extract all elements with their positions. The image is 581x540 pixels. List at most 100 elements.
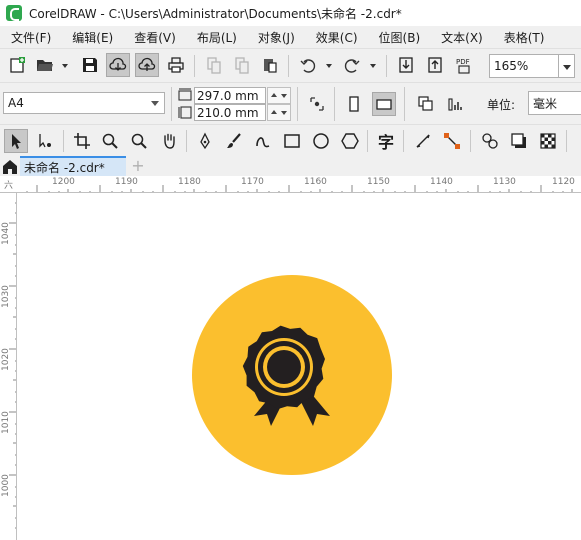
menu-file[interactable]: 文件(F)	[0, 29, 61, 46]
import-icon	[399, 57, 413, 73]
ruler-label: 1010	[1, 411, 11, 434]
ellipse-tool-button[interactable]	[309, 129, 333, 153]
ruler-label: 1130	[493, 177, 516, 187]
zoom-dropdown-arrow[interactable]	[559, 54, 575, 78]
menu-text[interactable]: 文本(X)	[430, 29, 493, 46]
shape-tool-icon	[39, 134, 51, 148]
pdf-label: PDF	[456, 58, 470, 66]
export-button[interactable]	[423, 53, 447, 77]
cut-button[interactable]	[202, 53, 226, 77]
text-tool-button[interactable]: 字	[374, 129, 398, 153]
new-document-icon	[10, 57, 25, 73]
print-button[interactable]	[164, 53, 188, 77]
open-button[interactable]	[33, 53, 57, 77]
save-button[interactable]	[78, 53, 102, 77]
pen-tool-button[interactable]	[193, 129, 217, 153]
crop-tool-button[interactable]	[70, 129, 94, 153]
page-size-value: A4	[8, 96, 24, 110]
new-document-button[interactable]	[5, 53, 29, 77]
import-button[interactable]	[394, 53, 418, 77]
page-size-all-icon	[310, 97, 324, 111]
ruler-label: 1200	[52, 177, 75, 187]
connector-icon	[444, 133, 460, 149]
transparency-tool-button[interactable]	[536, 129, 560, 153]
redo-icon	[344, 59, 360, 73]
property-bar: A4 297.0 mm 210.0 mm 单位: 毫米	[0, 82, 581, 124]
copy-button[interactable]	[230, 53, 254, 77]
document-tab[interactable]: 未命名 -2.cdr*	[20, 156, 126, 176]
undo-dropdown-caret[interactable]	[326, 64, 332, 68]
menu-bar: 文件(F) 编辑(E) 查看(V) 布局(L) 对象(J) 效果(C) 位图(B…	[0, 26, 581, 48]
page-height-input[interactable]: 210.0 mm	[194, 104, 266, 121]
page-width-spinner[interactable]	[267, 87, 291, 104]
cloud-import-button[interactable]	[106, 53, 130, 77]
connector-tool-button[interactable]	[440, 129, 464, 153]
shape-tool-button[interactable]	[33, 129, 57, 153]
current-page-layout-button[interactable]	[444, 92, 468, 116]
polygon-tool-button[interactable]	[338, 129, 362, 153]
landscape-icon	[376, 99, 392, 110]
page-width-input[interactable]: 297.0 mm	[194, 87, 266, 104]
menu-table[interactable]: 表格(T)	[493, 29, 555, 46]
menu-object[interactable]: 对象(J)	[247, 29, 305, 46]
blend-tool-button[interactable]	[478, 129, 502, 153]
page-height-icon	[178, 106, 192, 119]
blend-icon	[482, 133, 498, 149]
page-size-select[interactable]: A4	[3, 92, 165, 114]
publish-pdf-button[interactable]: PDF	[452, 53, 476, 77]
redo-dropdown-caret[interactable]	[370, 64, 376, 68]
curve-icon	[256, 137, 270, 148]
ruler-label: 1190	[115, 177, 138, 187]
menu-effects[interactable]: 效果(C)	[305, 29, 368, 46]
canvas-artwork	[192, 275, 392, 475]
ruler-label: 1000	[1, 474, 11, 497]
menu-view[interactable]: 查看(V)	[123, 29, 186, 46]
drop-shadow-tool-button[interactable]	[507, 129, 531, 153]
horizontal-ruler[interactable]: 六 1200 1190 1180 1170 1160 1150 1140 113…	[0, 176, 581, 193]
coreldraw-app-icon	[6, 5, 22, 21]
all-pages-layout-button[interactable]	[414, 92, 438, 116]
unit-label: 单位:	[487, 98, 516, 112]
units-select[interactable]: 毫米	[528, 91, 581, 115]
document-tab-label: 未命名 -2.cdr*	[24, 160, 105, 175]
pick-tool-button[interactable]	[4, 129, 28, 153]
copy-icon	[235, 57, 249, 74]
title-bar: CorelDRAW - C:\Users\Administrator\Docum…	[0, 0, 581, 26]
menu-layout[interactable]: 布局(L)	[186, 29, 247, 46]
ruler-corner: 六	[4, 181, 14, 191]
zoom-level-value: 165%	[494, 59, 529, 73]
ruler-label: 1160	[304, 177, 327, 187]
page-height-spinner[interactable]	[267, 104, 291, 121]
welcome-home-button[interactable]	[2, 157, 18, 175]
open-dropdown-caret[interactable]	[62, 64, 68, 68]
rectangle-tool-button[interactable]	[280, 129, 304, 153]
parallel-dimension-tool-button[interactable]	[411, 129, 435, 153]
zoom-tool-button[interactable]	[98, 129, 122, 153]
ellipse-icon	[313, 133, 329, 149]
freehand-tool-button[interactable]	[251, 129, 275, 153]
toolbar-separator	[566, 130, 567, 152]
crop-icon	[74, 133, 90, 149]
all-pages-size-button[interactable]	[305, 92, 329, 116]
brush-tool-button[interactable]	[222, 129, 246, 153]
zoom-out-tool-button[interactable]	[127, 129, 151, 153]
menu-bitmaps[interactable]: 位图(B)	[368, 29, 431, 46]
pan-tool-button[interactable]	[157, 129, 181, 153]
page-height-value: 210.0 mm	[197, 105, 259, 120]
menu-edit[interactable]: 编辑(E)	[61, 29, 123, 46]
units-value: 毫米	[533, 96, 558, 111]
paste-button[interactable]	[258, 53, 282, 77]
portrait-button[interactable]	[342, 92, 366, 116]
drawing-canvas[interactable]	[18, 194, 581, 540]
vertical-ruler[interactable]: 1040 1030 1020 1010 1000	[0, 193, 17, 540]
toolbox: 字	[0, 124, 581, 156]
toolbar-separator	[63, 130, 64, 152]
document-tab-bar: 未命名 -2.cdr* +	[0, 156, 581, 176]
undo-button[interactable]	[296, 53, 320, 77]
redo-button[interactable]	[340, 53, 364, 77]
landscape-button[interactable]	[372, 92, 396, 116]
new-tab-button[interactable]: +	[130, 158, 146, 174]
standard-toolbar: PDF 165%	[0, 48, 581, 82]
zoom-level-input[interactable]: 165%	[489, 54, 559, 78]
cloud-export-button[interactable]	[135, 53, 159, 77]
